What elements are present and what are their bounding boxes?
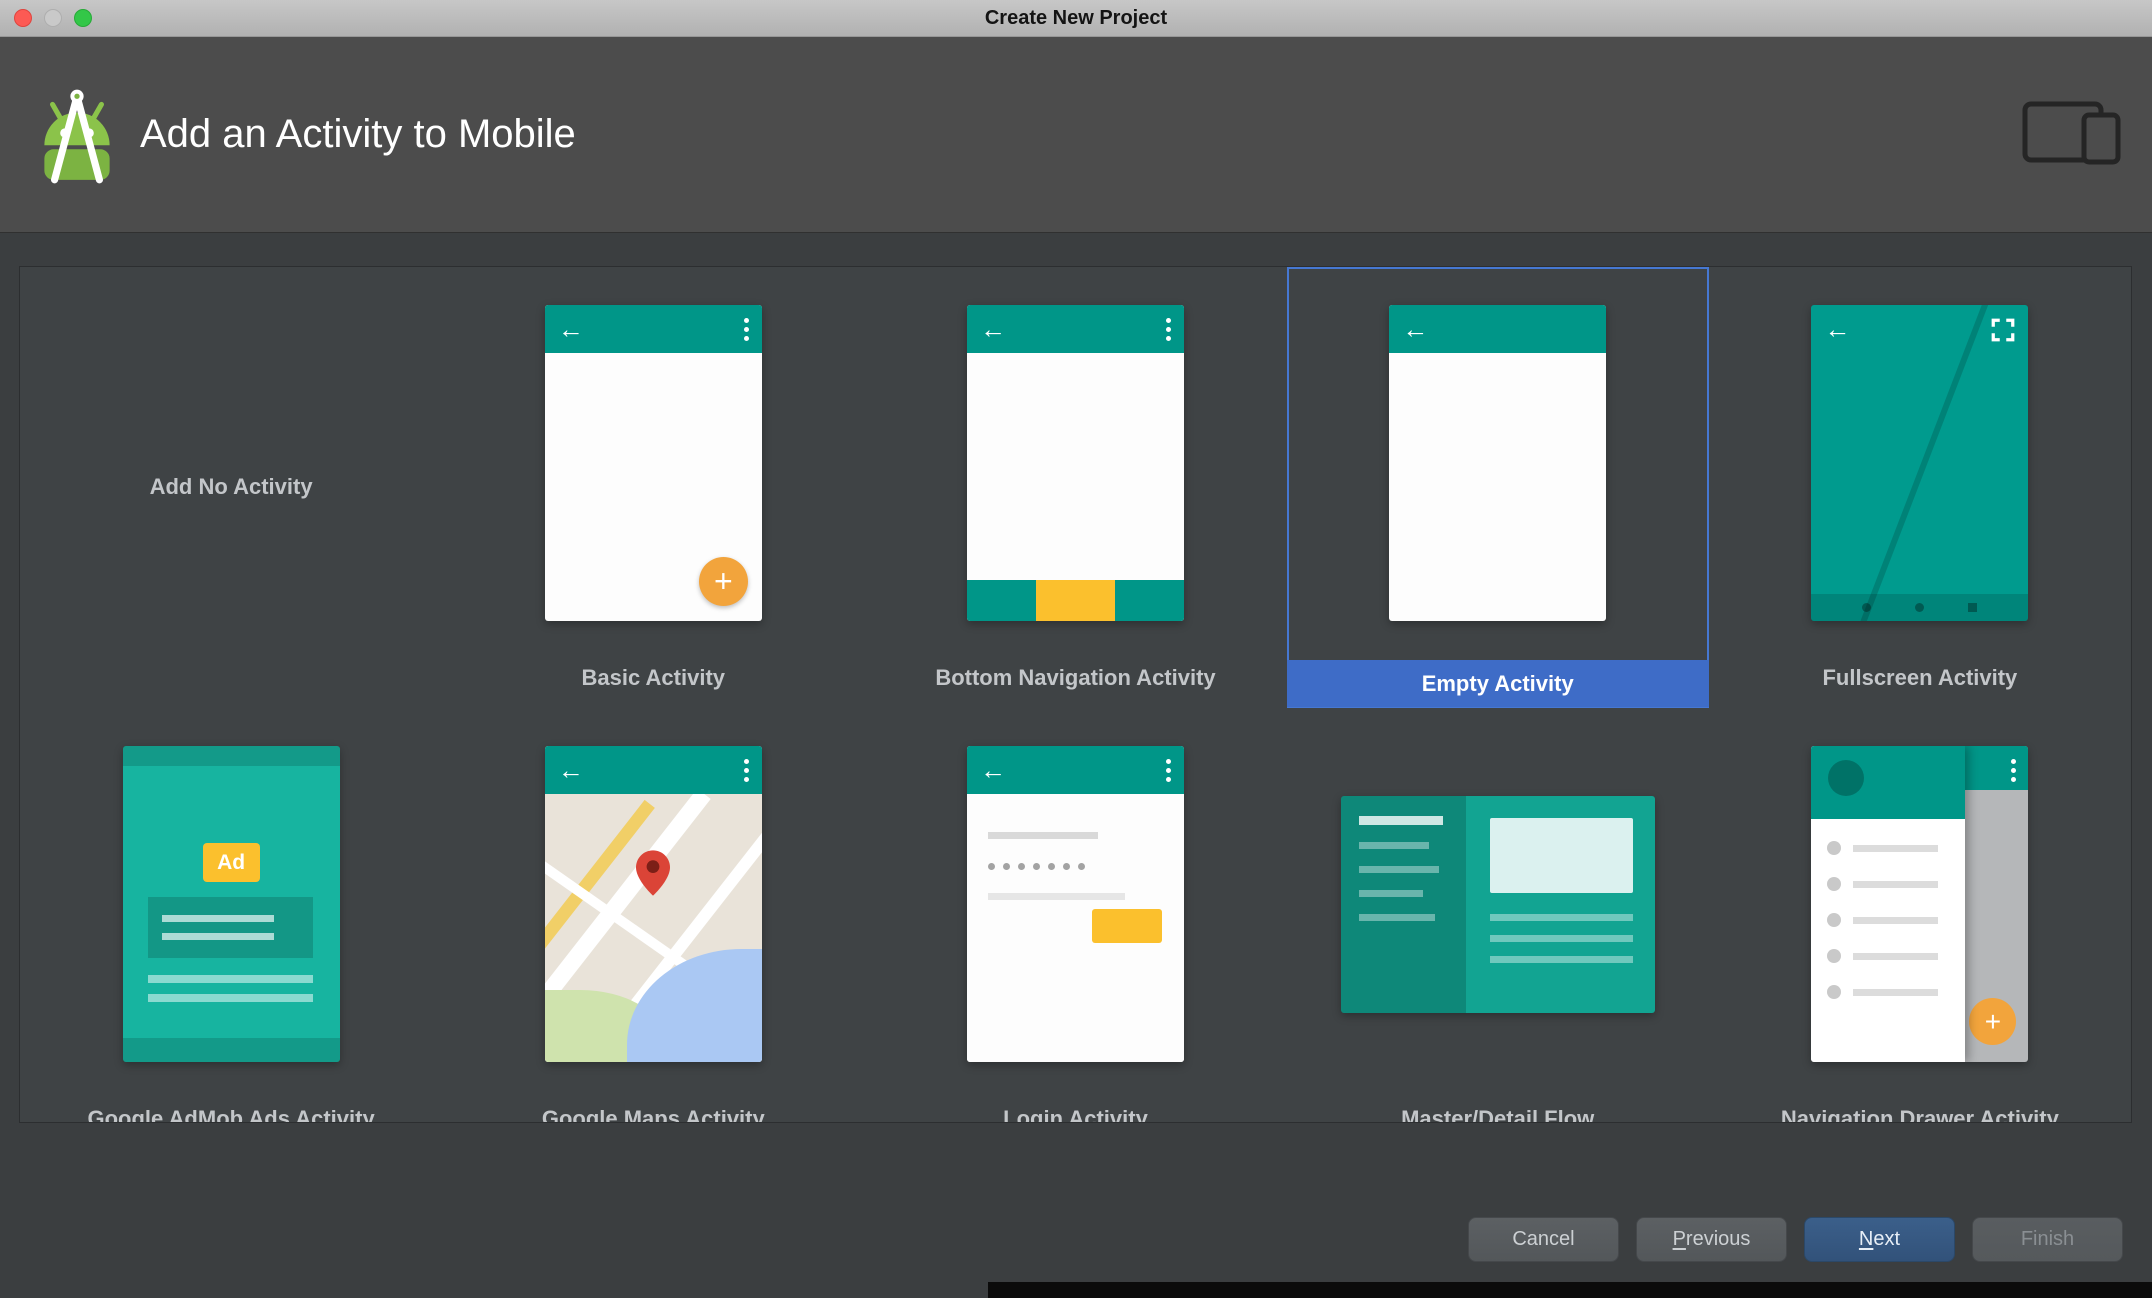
template-label: Master/Detail Flow	[1401, 1106, 1595, 1123]
previous-button[interactable]: Previous	[1636, 1217, 1787, 1262]
drawer-list-item	[1811, 985, 1965, 999]
template-card-google-admob-ads-activity[interactable]: Ad Google AdMob Ads Activity	[20, 708, 442, 1123]
overflow-menu-icon	[1165, 317, 1171, 341]
admob-ads-thumbnail: Ad	[122, 746, 340, 1062]
traffic-lights	[14, 0, 92, 36]
bottom-navigation-thumbnail: ←	[966, 305, 1184, 621]
template-card-navigation-drawer-activity[interactable]: + Navigation Drawer Activity	[1709, 708, 2131, 1123]
drawer-list-item	[1811, 949, 1965, 963]
background-window-strip	[988, 1282, 2152, 1298]
tablet-and-phone-form-factor-icon	[2022, 101, 2121, 165]
template-label: Fullscreen Activity	[1822, 665, 2018, 690]
overflow-menu-icon	[2011, 759, 2017, 782]
template-card-empty-activity[interactable]: ← Empty Activity	[1286, 267, 1709, 708]
password-dots	[987, 863, 1085, 870]
basic-activity-thumbnail: ← +	[544, 305, 762, 621]
ad-badge: Ad	[202, 843, 260, 882]
login-activity-thumbnail: ←	[966, 746, 1184, 1062]
text-line	[1490, 935, 1634, 942]
android-studio-logo-icon	[44, 89, 110, 183]
template-label: Google AdMob Ads Activity	[87, 1106, 375, 1123]
overflow-menu-icon	[743, 317, 749, 341]
back-arrow-icon: ←	[557, 314, 584, 344]
back-arrow-icon: ←	[979, 314, 1006, 344]
navigation-drawer-thumbnail: +	[1811, 746, 2029, 1062]
template-card-add-no-activity[interactable]: Add No Activity	[20, 267, 442, 708]
template-card-fullscreen-activity[interactable]: ← Fullscreen Activity	[1709, 267, 2131, 708]
top-band	[122, 746, 340, 766]
overflow-menu-icon	[743, 758, 749, 782]
fullscreen-activity-thumbnail: ←	[1811, 305, 2029, 621]
back-arrow-icon: ←	[1402, 314, 1429, 344]
text-line	[1490, 956, 1634, 963]
wizard-header: Add an Activity to Mobile	[0, 37, 2152, 233]
template-label-selected: Empty Activity	[1286, 660, 1709, 707]
map-pin-icon	[636, 850, 671, 896]
cancel-button[interactable]: Cancel	[1468, 1217, 1619, 1262]
master-detail-thumbnail	[1340, 796, 1655, 1013]
minimize-window-button[interactable]	[44, 9, 62, 27]
finish-button: Finish	[1972, 1217, 2123, 1262]
template-card-bottom-navigation-activity[interactable]: ← Bottom Navigation Activity	[864, 267, 1286, 708]
next-button[interactable]: Next	[1804, 1217, 1955, 1262]
google-maps-thumbnail: ←	[544, 746, 762, 1062]
empty-activity-thumbnail: ←	[1389, 305, 1607, 621]
ad-content-panel	[147, 897, 313, 958]
bottom-nav-bar	[966, 580, 1184, 621]
back-arrow-icon: ←	[1824, 314, 1851, 344]
fullscreen-icon	[1992, 318, 2015, 342]
app-bar: ←	[966, 305, 1184, 353]
bottom-band	[122, 1038, 340, 1062]
login-form	[966, 794, 1184, 1062]
avatar	[1828, 760, 1865, 796]
window-title: Create New Project	[984, 6, 1168, 29]
template-label: Basic Activity	[581, 665, 726, 690]
page-title: Add an Activity to Mobile	[140, 112, 576, 156]
app-bar: ←	[544, 305, 762, 353]
map-canvas	[544, 794, 762, 1062]
drawer-list-item	[1811, 877, 1965, 891]
dialog-footer: Cancel Previous Next Finish	[1468, 1217, 2123, 1262]
drawer-list-item	[1811, 913, 1965, 927]
drawer-list-item	[1811, 841, 1965, 855]
zoom-window-button[interactable]	[74, 9, 92, 27]
template-card-master-detail-flow[interactable]: Master/Detail Flow	[1287, 708, 1709, 1123]
login-button-shape	[1091, 909, 1162, 943]
text-line	[147, 975, 313, 983]
overflow-menu-icon	[1165, 758, 1171, 782]
drawer-header	[1811, 746, 1966, 819]
activity-template-gallery[interactable]: Add No Activity ← + Basic Activity ← Bot…	[19, 266, 2132, 1123]
template-card-login-activity[interactable]: ← Login Activity	[864, 708, 1286, 1123]
master-list-pane	[1340, 796, 1467, 1013]
form-field-line	[987, 832, 1098, 839]
fab-plus-icon: +	[1969, 998, 2017, 1045]
back-arrow-icon: ←	[557, 755, 584, 785]
text-line	[147, 994, 313, 1002]
template-label: Bottom Navigation Activity	[935, 665, 1216, 690]
template-label: Navigation Drawer Activity	[1780, 1106, 2059, 1123]
template-card-google-maps-activity[interactable]: ← Google Maps Activity	[442, 708, 864, 1123]
drawer-panel	[1811, 746, 1966, 1062]
fab-plus-icon: +	[698, 557, 748, 606]
template-label: Google Maps Activity	[541, 1106, 765, 1123]
app-bar: ←	[966, 746, 1184, 794]
detail-pane-card	[1490, 818, 1634, 893]
app-bar: ←	[544, 746, 762, 794]
window-titlebar: Create New Project	[0, 0, 2152, 37]
form-field-line	[987, 893, 1125, 900]
diagonal-accent	[1853, 305, 1993, 621]
template-label: Add No Activity	[149, 474, 313, 499]
template-label: Login Activity	[1003, 1106, 1148, 1123]
app-bar: ←	[1389, 305, 1607, 353]
close-window-button[interactable]	[14, 9, 32, 27]
template-card-basic-activity[interactable]: ← + Basic Activity	[442, 267, 864, 708]
android-nav-bar	[1811, 594, 2029, 621]
map-water-area	[627, 949, 762, 1062]
back-arrow-icon: ←	[979, 755, 1006, 785]
text-line	[1490, 914, 1634, 921]
gallery-grid: Add No Activity ← + Basic Activity ← Bot…	[20, 267, 2131, 1123]
